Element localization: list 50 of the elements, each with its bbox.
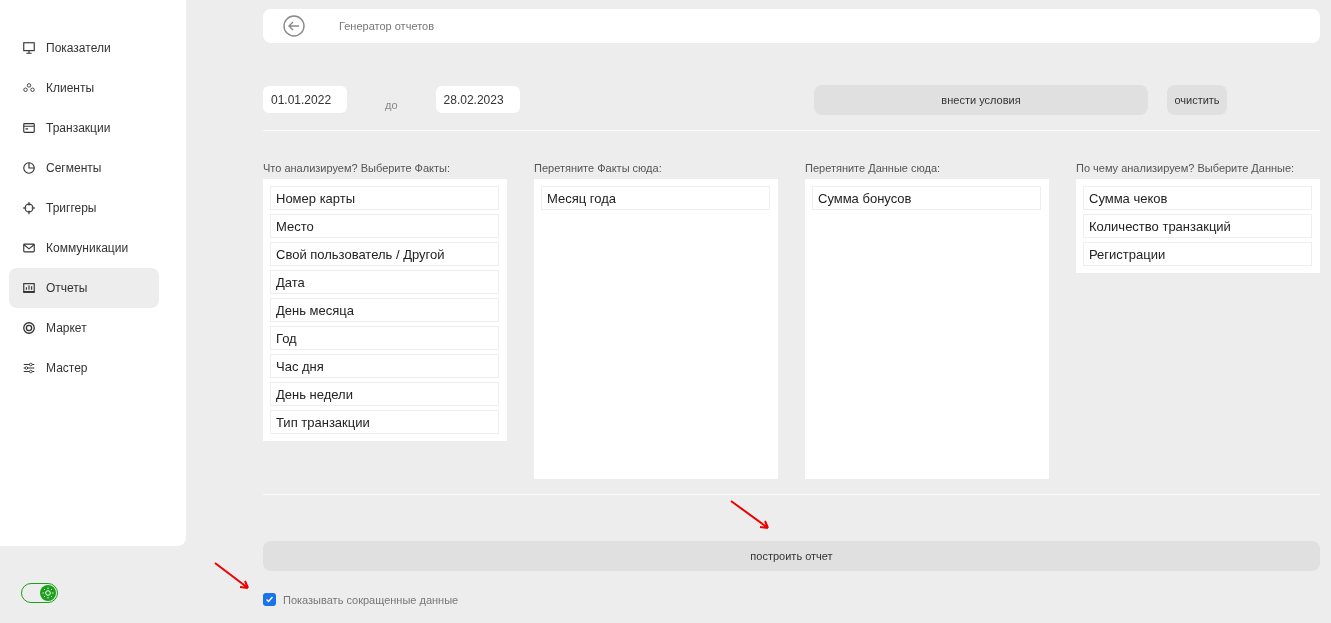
date-separator: до (385, 98, 398, 111)
build-report-button[interactable]: построить отчет (263, 541, 1320, 571)
field-chip[interactable]: Год (270, 326, 499, 350)
chart-icon (22, 281, 36, 295)
field-chip[interactable]: Тип транзакции (270, 410, 499, 434)
sidebar-item[interactable]: Показатели (9, 28, 159, 68)
field-chip[interactable]: Место (270, 214, 499, 238)
sun-icon (42, 587, 54, 599)
date-from-field[interactable]: 01.01.2022 (263, 86, 347, 113)
field-chip[interactable]: Дата (270, 270, 499, 294)
sidebar-item[interactable]: Мастер (9, 348, 159, 388)
sidebar-item[interactable]: Транзакции (9, 108, 159, 148)
column-title: Что анализируем? Выберите Факты: (263, 162, 451, 176)
checkbox[interactable] (263, 593, 276, 606)
field-chip[interactable]: Сумма чеков (1083, 186, 1312, 210)
field-chip[interactable]: Месяц года (541, 186, 770, 210)
people-icon (22, 81, 36, 95)
card-icon (22, 121, 36, 135)
field-chip[interactable]: День месяца (270, 298, 499, 322)
sidebar-item[interactable]: Маркет (9, 308, 159, 348)
date-to-field[interactable]: 28.02.2023 (435, 86, 520, 113)
field-chip[interactable]: Сумма бонусов (812, 186, 1041, 210)
sliders-icon (22, 361, 36, 375)
apply-conditions-button[interactable]: внести условия (814, 84, 1148, 115)
field-chip[interactable]: Регистрации (1083, 242, 1312, 266)
envelope-icon (22, 241, 36, 255)
sidebar-item[interactable]: Отчеты (9, 268, 159, 308)
column-title: По чему анализируем? Выберите Данные: (1076, 162, 1296, 176)
field-chip[interactable]: Свой пользователь / Другой (270, 242, 499, 266)
annotation-arrow (730, 500, 770, 530)
page-title: Генератор отчетов (339, 20, 434, 32)
field-chip[interactable]: День недели (270, 382, 499, 406)
field-chip[interactable]: Количество транзакций (1083, 214, 1312, 238)
target-icon (22, 321, 36, 335)
sidebar-item[interactable]: Коммуникации (9, 228, 159, 268)
sidebar-item[interactable]: Сегменты (9, 148, 159, 188)
pie-chart-icon (22, 161, 36, 175)
sidebar-item[interactable]: Триггеры (9, 188, 159, 228)
crosshair-icon (22, 201, 36, 215)
check-icon (265, 595, 274, 604)
monitor-icon (22, 41, 36, 55)
checkbox-label: Показывать сокращенные данные (283, 593, 459, 606)
annotation-arrow (214, 562, 250, 590)
field-chip[interactable]: Час дня (270, 354, 499, 378)
sidebar-item[interactable]: Клиенты (9, 68, 159, 108)
field-chip[interactable]: Номер карты (270, 186, 499, 210)
back-icon[interactable] (283, 15, 305, 37)
column-title: Перетяните Факты сюда: (534, 162, 663, 176)
column-title: Перетяните Данные сюда: (805, 162, 942, 176)
clear-button[interactable]: очистить (1167, 84, 1227, 115)
